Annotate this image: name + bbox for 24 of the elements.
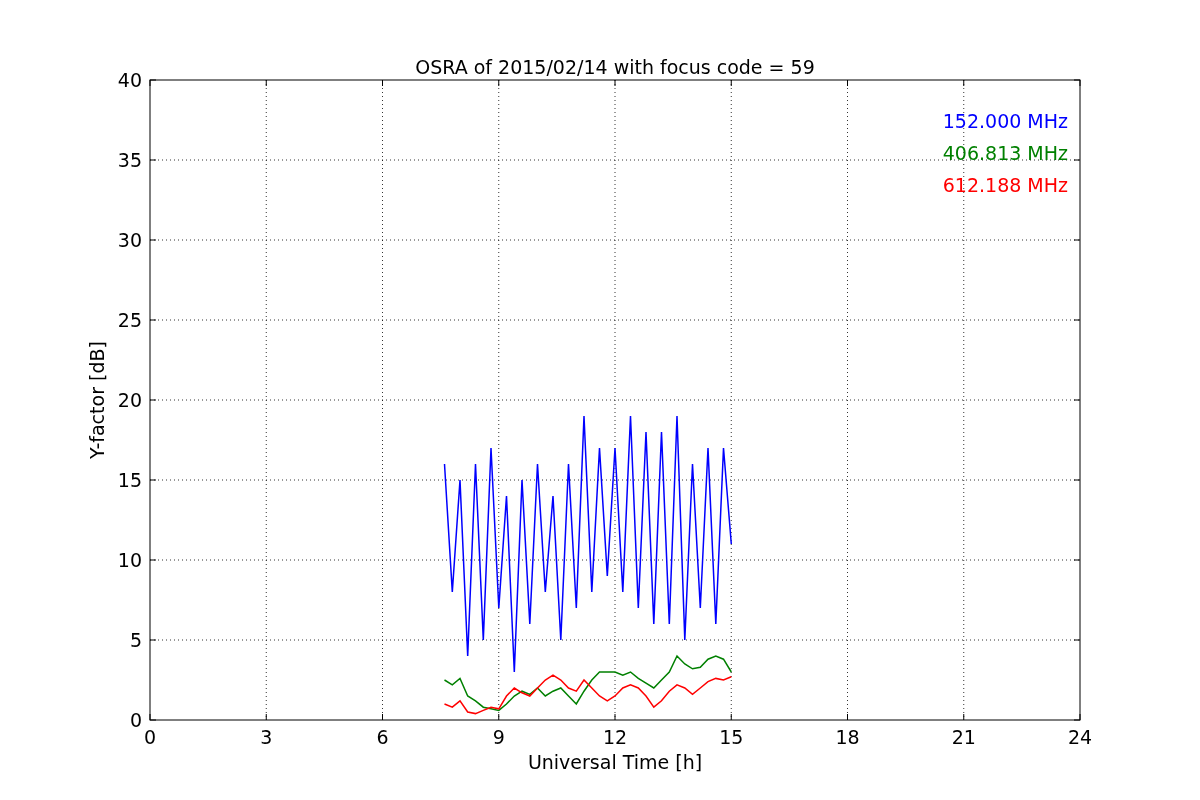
x-tick-label: 15 — [719, 726, 744, 748]
x-tick-label: 18 — [835, 726, 860, 748]
y-tick-label: 5 — [129, 629, 142, 651]
y-tick-label: 15 — [117, 469, 142, 491]
y-tick-label: 0 — [129, 709, 142, 731]
chart-title: OSRA of 2015/02/14 with focus code = 59 — [415, 56, 815, 78]
legend-label: 612.188 MHz — [942, 174, 1068, 196]
legend-label: 406.813 MHz — [942, 142, 1068, 164]
y-tick-label: 20 — [117, 389, 142, 411]
y-axis-label: Y-factor [dB] — [86, 341, 108, 459]
x-tick-label: 24 — [1067, 726, 1093, 748]
x-tick-label: 3 — [260, 726, 273, 748]
x-tick-label: 21 — [951, 726, 976, 748]
x-tick-label: 0 — [143, 726, 157, 748]
x-tick-label: 6 — [376, 726, 389, 748]
x-tick-label: 12 — [602, 726, 628, 748]
y-tick-label: 30 — [117, 229, 142, 251]
y-tick-label: 40 — [117, 69, 142, 91]
x-tick-label: 9 — [492, 726, 505, 748]
y-tick-label: 10 — [117, 549, 142, 571]
x-axis-label: Universal Time [h] — [527, 751, 703, 773]
y-tick-label: 35 — [117, 149, 142, 171]
y-tick-label: 25 — [117, 309, 142, 331]
legend-label: 152.000 MHz — [942, 110, 1068, 132]
